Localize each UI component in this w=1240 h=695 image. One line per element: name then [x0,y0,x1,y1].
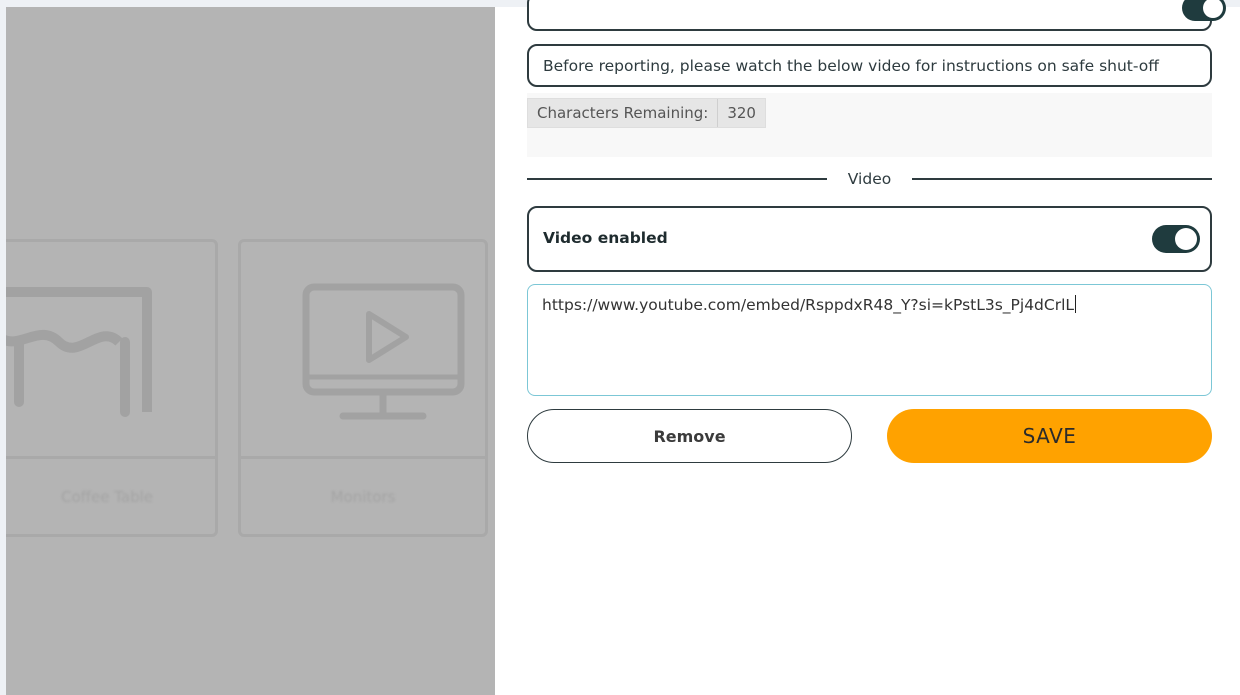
characters-remaining-value: 320 [727,104,756,122]
character-counter-area: Characters Remaining: 320 [527,93,1212,157]
background-card-coffee-table: Coffee Table [6,239,218,537]
background-card-monitors: Monitors [238,239,488,537]
card-divider [241,456,485,459]
background-card-label: Monitors [330,488,396,506]
character-counter: Characters Remaining: 320 [527,98,766,128]
remove-button[interactable]: Remove [527,409,852,463]
card-divider [6,456,215,459]
video-url-input[interactable]: https://www.youtube.com/embed/RsppdxR48_… [527,284,1212,396]
table-icon [6,287,152,417]
message-input[interactable]: Before reporting, please watch the below… [527,44,1212,87]
background-card-label: Coffee Table [61,488,153,506]
text-caret [1075,295,1077,313]
video-url-text: https://www.youtube.com/embed/RsppdxR48_… [542,296,1075,314]
modal-backdrop[interactable]: Coffee Table Monitors [6,7,495,695]
edit-panel: Before reporting, please watch the below… [495,0,1240,695]
monitor-play-icon [302,283,465,420]
divider-line-right [912,178,1212,180]
video-section-divider: Video [527,170,1212,190]
save-button[interactable]: SAVE [887,409,1212,463]
video-enabled-row: Video enabled [527,206,1212,272]
previous-setting-toggle[interactable] [1182,0,1226,21]
video-enabled-label: Video enabled [543,229,668,247]
previous-setting-field[interactable] [527,0,1212,31]
toggle-knob [1175,228,1197,250]
characters-remaining-label: Characters Remaining: [537,104,709,122]
video-enabled-toggle[interactable] [1152,225,1200,253]
